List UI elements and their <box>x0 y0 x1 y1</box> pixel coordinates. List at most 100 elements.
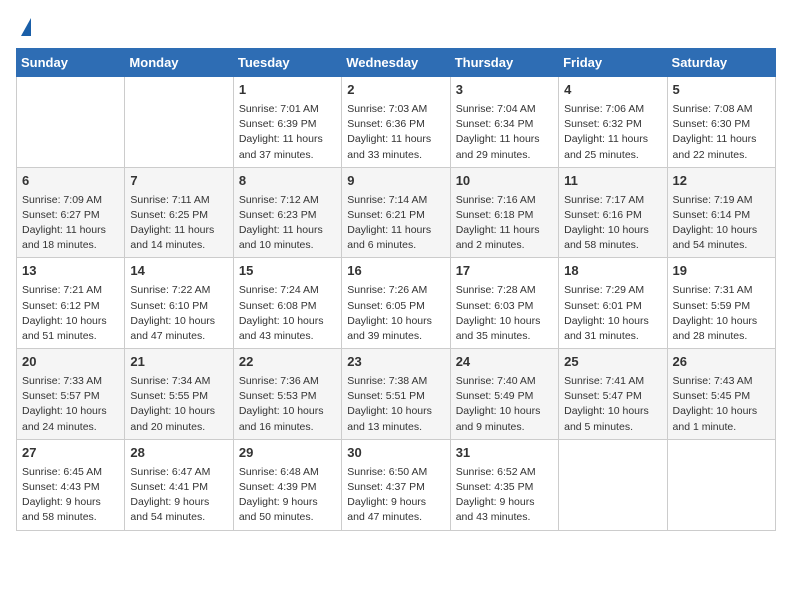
day-number: 11 <box>564 172 661 191</box>
day-content: Sunrise: 6:45 AM Sunset: 4:43 PM Dayligh… <box>22 465 119 526</box>
day-content: Sunrise: 7:43 AM Sunset: 5:45 PM Dayligh… <box>673 374 770 435</box>
calendar-cell: 29Sunrise: 6:48 AM Sunset: 4:39 PM Dayli… <box>233 439 341 530</box>
day-number: 6 <box>22 172 119 191</box>
calendar-week-row: 13 Sunrise: 7:21 AM Sunset: 6:12 PM Dayli… <box>17 258 776 349</box>
calendar-cell <box>667 439 775 530</box>
day-number: 29 <box>239 444 336 463</box>
day-content: Sunrise: 7:11 AM Sunset: 6:25 PM Dayligh… <box>130 193 227 254</box>
logo-triangle-icon <box>21 18 31 36</box>
day-content: Sunrise: 7:01 AM Sunset: 6:39 PM Dayligh… <box>239 102 336 163</box>
calendar-header-row: SundayMondayTuesdayWednesdayThursdayFrid… <box>17 49 776 77</box>
day-content: Sunrise: 6:52 AM Sunset: 4:35 PM Dayligh… <box>456 465 553 526</box>
calendar-cell: 8 Sunrise: 7:12 AM Sunset: 6:23 PM Daylig… <box>233 167 341 258</box>
day-content: Sunrise: 7:24 AM Sunset: 6:08 PM Dayligh… <box>239 283 336 344</box>
calendar-cell: 15Sunrise: 7:24 AM Sunset: 6:08 PM Dayli… <box>233 258 341 349</box>
calendar-cell <box>125 77 233 168</box>
day-number: 27 <box>22 444 119 463</box>
calendar-cell: 9Sunrise: 7:14 AM Sunset: 6:21 PM Daylig… <box>342 167 450 258</box>
day-of-week-header: Sunday <box>17 49 125 77</box>
day-content: Sunrise: 7:36 AM Sunset: 5:53 PM Dayligh… <box>239 374 336 435</box>
day-number: 5 <box>673 81 770 100</box>
calendar-cell: 14 Sunrise: 7:22 AM Sunset: 6:10 PM Dayli… <box>125 258 233 349</box>
calendar-cell: 11Sunrise: 7:17 AM Sunset: 6:16 PM Dayli… <box>559 167 667 258</box>
calendar-cell: 1 Sunrise: 7:01 AM Sunset: 6:39 PM Daylig… <box>233 77 341 168</box>
calendar-cell: 12Sunrise: 7:19 AM Sunset: 6:14 PM Dayli… <box>667 167 775 258</box>
calendar-cell: 20 Sunrise: 7:33 AM Sunset: 5:57 PM Dayli… <box>17 349 125 440</box>
day-content: Sunrise: 7:26 AM Sunset: 6:05 PM Dayligh… <box>347 283 444 344</box>
calendar-cell: 21 Sunrise: 7:34 AM Sunset: 5:55 PM Dayli… <box>125 349 233 440</box>
day-content: Sunrise: 7:06 AM Sunset: 6:32 PM Dayligh… <box>564 102 661 163</box>
day-number: 4 <box>564 81 661 100</box>
calendar-cell: 16 Sunrise: 7:26 AM Sunset: 6:05 PM Dayli… <box>342 258 450 349</box>
calendar-cell: 4 Sunrise: 7:06 AM Sunset: 6:32 PM Daylig… <box>559 77 667 168</box>
calendar-cell: 10Sunrise: 7:16 AM Sunset: 6:18 PM Dayli… <box>450 167 558 258</box>
calendar-cell: 18Sunrise: 7:29 AM Sunset: 6:01 PM Dayli… <box>559 258 667 349</box>
calendar-cell: 2 Sunrise: 7:03 AM Sunset: 6:36 PM Daylig… <box>342 77 450 168</box>
calendar-cell: 28 Sunrise: 6:47 AM Sunset: 4:41 PM Dayli… <box>125 439 233 530</box>
day-number: 30 <box>347 444 444 463</box>
day-content: Sunrise: 7:40 AM Sunset: 5:49 PM Dayligh… <box>456 374 553 435</box>
day-of-week-header: Tuesday <box>233 49 341 77</box>
calendar-cell: 23 Sunrise: 7:38 AM Sunset: 5:51 PM Dayli… <box>342 349 450 440</box>
day-content: Sunrise: 7:09 AM Sunset: 6:27 PM Dayligh… <box>22 193 119 254</box>
day-number: 20 <box>22 353 119 372</box>
calendar-cell: 19Sunrise: 7:31 AM Sunset: 5:59 PM Dayli… <box>667 258 775 349</box>
day-number: 19 <box>673 262 770 281</box>
page-header <box>16 16 776 36</box>
calendar-cell: 3Sunrise: 7:04 AM Sunset: 6:34 PM Daylig… <box>450 77 558 168</box>
day-content: Sunrise: 6:47 AM Sunset: 4:41 PM Dayligh… <box>130 465 227 526</box>
day-number: 13 <box>22 262 119 281</box>
day-number: 22 <box>239 353 336 372</box>
calendar-cell: 27 Sunrise: 6:45 AM Sunset: 4:43 PM Dayli… <box>17 439 125 530</box>
day-content: Sunrise: 7:22 AM Sunset: 6:10 PM Dayligh… <box>130 283 227 344</box>
day-number: 23 <box>347 353 444 372</box>
day-content: Sunrise: 7:38 AM Sunset: 5:51 PM Dayligh… <box>347 374 444 435</box>
calendar-week-row: 1 Sunrise: 7:01 AM Sunset: 6:39 PM Daylig… <box>17 77 776 168</box>
calendar-cell: 6 Sunrise: 7:09 AM Sunset: 6:27 PM Daylig… <box>17 167 125 258</box>
calendar-cell: 17 Sunrise: 7:28 AM Sunset: 6:03 PM Dayli… <box>450 258 558 349</box>
calendar-cell: 7 Sunrise: 7:11 AM Sunset: 6:25 PM Daylig… <box>125 167 233 258</box>
day-content: Sunrise: 7:28 AM Sunset: 6:03 PM Dayligh… <box>456 283 553 344</box>
day-number: 7 <box>130 172 227 191</box>
day-of-week-header: Thursday <box>450 49 558 77</box>
day-number: 31 <box>456 444 553 463</box>
calendar-cell: 5 Sunrise: 7:08 AM Sunset: 6:30 PM Daylig… <box>667 77 775 168</box>
day-number: 16 <box>347 262 444 281</box>
calendar-week-row: 6 Sunrise: 7:09 AM Sunset: 6:27 PM Daylig… <box>17 167 776 258</box>
day-of-week-header: Wednesday <box>342 49 450 77</box>
day-number: 21 <box>130 353 227 372</box>
day-content: Sunrise: 7:34 AM Sunset: 5:55 PM Dayligh… <box>130 374 227 435</box>
day-number: 1 <box>239 81 336 100</box>
calendar-week-row: 27 Sunrise: 6:45 AM Sunset: 4:43 PM Dayli… <box>17 439 776 530</box>
day-content: Sunrise: 7:04 AM Sunset: 6:34 PM Dayligh… <box>456 102 553 163</box>
day-content: Sunrise: 7:21 AM Sunset: 6:12 PM Dayligh… <box>22 283 119 344</box>
calendar-cell <box>559 439 667 530</box>
day-number: 14 <box>130 262 227 281</box>
calendar-cell: 25Sunrise: 7:41 AM Sunset: 5:47 PM Dayli… <box>559 349 667 440</box>
calendar-cell: 24 Sunrise: 7:40 AM Sunset: 5:49 PM Dayli… <box>450 349 558 440</box>
calendar-cell: 22 Sunrise: 7:36 AM Sunset: 5:53 PM Dayli… <box>233 349 341 440</box>
day-number: 28 <box>130 444 227 463</box>
day-number: 17 <box>456 262 553 281</box>
calendar-cell: 13 Sunrise: 7:21 AM Sunset: 6:12 PM Dayli… <box>17 258 125 349</box>
day-number: 2 <box>347 81 444 100</box>
day-content: Sunrise: 7:16 AM Sunset: 6:18 PM Dayligh… <box>456 193 553 254</box>
day-content: Sunrise: 7:33 AM Sunset: 5:57 PM Dayligh… <box>22 374 119 435</box>
day-content: Sunrise: 7:12 AM Sunset: 6:23 PM Dayligh… <box>239 193 336 254</box>
day-content: Sunrise: 7:08 AM Sunset: 6:30 PM Dayligh… <box>673 102 770 163</box>
logo <box>16 16 31 36</box>
day-of-week-header: Monday <box>125 49 233 77</box>
calendar-week-row: 20 Sunrise: 7:33 AM Sunset: 5:57 PM Dayli… <box>17 349 776 440</box>
day-number: 9 <box>347 172 444 191</box>
day-number: 8 <box>239 172 336 191</box>
calendar-cell <box>17 77 125 168</box>
calendar-table: SundayMondayTuesdayWednesdayThursdayFrid… <box>16 48 776 531</box>
day-content: Sunrise: 7:03 AM Sunset: 6:36 PM Dayligh… <box>347 102 444 163</box>
day-of-week-header: Friday <box>559 49 667 77</box>
day-number: 12 <box>673 172 770 191</box>
day-of-week-header: Saturday <box>667 49 775 77</box>
calendar-cell: 26 Sunrise: 7:43 AM Sunset: 5:45 PM Dayli… <box>667 349 775 440</box>
day-number: 24 <box>456 353 553 372</box>
day-number: 26 <box>673 353 770 372</box>
day-number: 25 <box>564 353 661 372</box>
